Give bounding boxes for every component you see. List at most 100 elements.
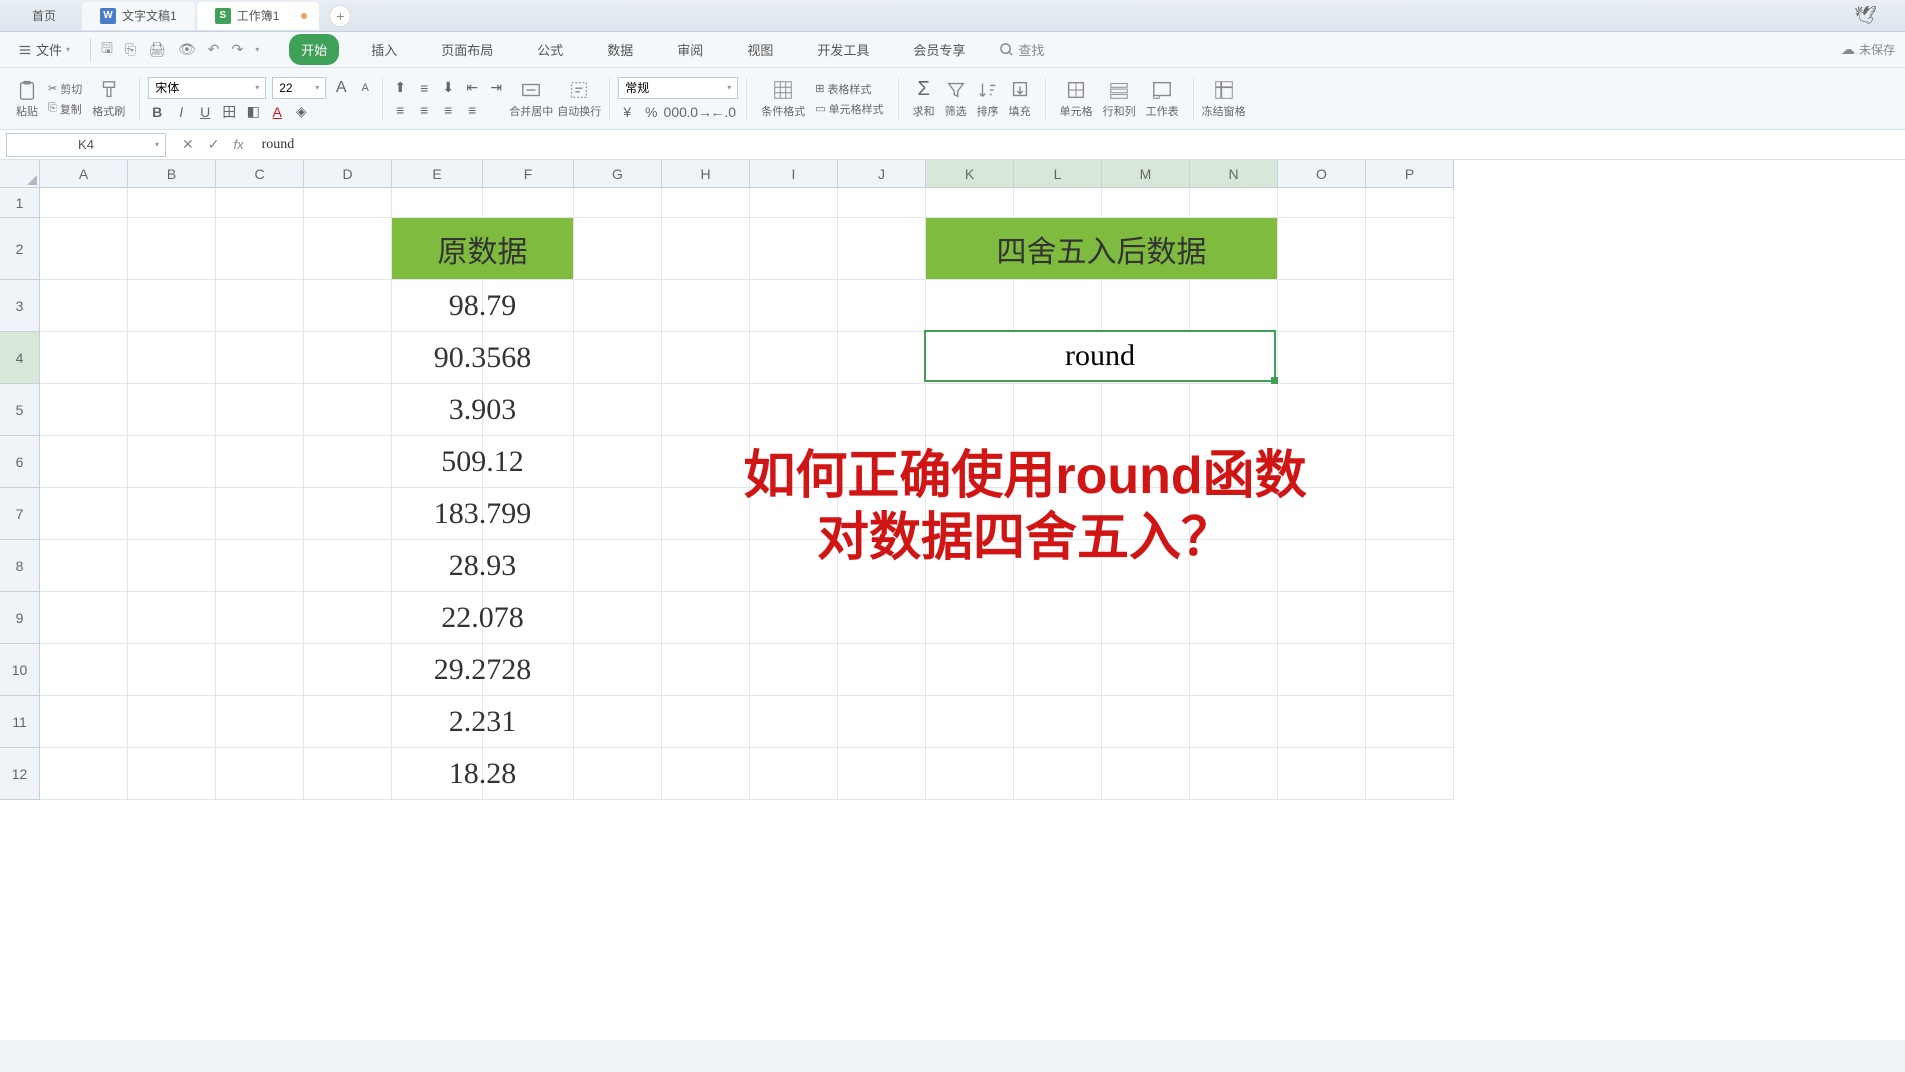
cell-O3[interactable] [1278, 280, 1366, 332]
cell-M10[interactable] [1102, 644, 1190, 696]
cell-A8[interactable] [40, 540, 128, 592]
cell-A7[interactable] [40, 488, 128, 540]
cell-A12[interactable] [40, 748, 128, 800]
cell-P8[interactable] [1366, 540, 1454, 592]
fx-icon[interactable]: fx [233, 137, 243, 152]
cell-L9[interactable] [1014, 592, 1102, 644]
cell-G3[interactable] [574, 280, 662, 332]
cell-M12[interactable] [1102, 748, 1190, 800]
cell-P7[interactable] [1366, 488, 1454, 540]
data-cell-8[interactable]: 28.93 [392, 540, 574, 592]
ribbon-tab-data[interactable]: 数据 [595, 34, 645, 65]
cell-J9[interactable] [838, 592, 926, 644]
underline-button[interactable]: U [196, 103, 214, 121]
cell-L5[interactable] [1014, 384, 1102, 436]
cell-L10[interactable] [1014, 644, 1102, 696]
cell-B11[interactable] [128, 696, 216, 748]
undo-icon[interactable]: ↶ [208, 41, 220, 58]
rows-cols-button[interactable]: 行和列 [1103, 79, 1136, 119]
fill-button[interactable]: 填充 [1009, 79, 1031, 119]
file-menu-button[interactable]: 文件 ▾ [10, 36, 78, 63]
cell-P11[interactable] [1366, 696, 1454, 748]
cell-D12[interactable] [304, 748, 392, 800]
font-name-combo[interactable]: 宋体▾ [148, 77, 266, 99]
format-painter-button[interactable]: 格式刷 [92, 79, 125, 119]
col-header-P[interactable]: P [1366, 160, 1454, 188]
cell-M3[interactable] [1102, 280, 1190, 332]
decimal-dec-button[interactable]: ←.0 [714, 103, 732, 121]
cell-N9[interactable] [1190, 592, 1278, 644]
cell-H5[interactable] [662, 384, 750, 436]
cell-I11[interactable] [750, 696, 838, 748]
cell-D6[interactable] [304, 436, 392, 488]
cell-I9[interactable] [750, 592, 838, 644]
row-header-1[interactable]: 1 [0, 188, 40, 218]
cell-H9[interactable] [662, 592, 750, 644]
data-cell-5[interactable]: 3.903 [392, 384, 574, 436]
align-justify-button[interactable]: ≡ [463, 101, 481, 119]
col-header-C[interactable]: C [216, 160, 304, 188]
cell-C12[interactable] [216, 748, 304, 800]
cell-N5[interactable] [1190, 384, 1278, 436]
cell-A10[interactable] [40, 644, 128, 696]
percent-button[interactable]: % [642, 103, 660, 121]
auto-wrap-button[interactable]: 自动换行 [557, 79, 601, 119]
cell-O7[interactable] [1278, 488, 1366, 540]
cell-H6[interactable] [662, 436, 750, 488]
merge-center-button[interactable]: 合并居中 [509, 79, 553, 119]
cell-D11[interactable] [304, 696, 392, 748]
cell-P2[interactable] [1366, 218, 1454, 280]
cell-H4[interactable] [662, 332, 750, 384]
col-header-A[interactable]: A [40, 160, 128, 188]
cell-O10[interactable] [1278, 644, 1366, 696]
cell-A6[interactable] [40, 436, 128, 488]
data-cell-7[interactable]: 183.799 [392, 488, 574, 540]
row-header-4[interactable]: 4 [0, 332, 40, 384]
align-top-button[interactable]: ⬆ [391, 79, 409, 97]
cell-A4[interactable] [40, 332, 128, 384]
cell-O12[interactable] [1278, 748, 1366, 800]
cell-L12[interactable] [1014, 748, 1102, 800]
data-cell-12[interactable]: 18.28 [392, 748, 574, 800]
row-header-5[interactable]: 5 [0, 384, 40, 436]
cell-G1[interactable] [574, 188, 662, 218]
row-header-10[interactable]: 10 [0, 644, 40, 696]
save-as-icon[interactable]: ⎘ [125, 41, 136, 58]
cell-E1[interactable] [392, 188, 483, 218]
cell-C2[interactable] [216, 218, 304, 280]
cell-L3[interactable] [1014, 280, 1102, 332]
cell-M11[interactable] [1102, 696, 1190, 748]
cell-O11[interactable] [1278, 696, 1366, 748]
cell-style-button[interactable]: ▭单元格样式 [815, 101, 883, 117]
cell-K3[interactable] [926, 280, 1014, 332]
data-cell-11[interactable]: 2.231 [392, 696, 574, 748]
cell-C10[interactable] [216, 644, 304, 696]
tab-home[interactable]: 首页 [8, 2, 80, 30]
cell-P4[interactable] [1366, 332, 1454, 384]
redo-icon[interactable]: ↷ [231, 41, 243, 58]
save-icon[interactable]: 🖫 [101, 38, 113, 62]
cell-H2[interactable] [662, 218, 750, 280]
cell-A3[interactable] [40, 280, 128, 332]
cell-C8[interactable] [216, 540, 304, 592]
highlight-button[interactable]: ◈ [292, 103, 310, 121]
align-center-button[interactable]: ≡ [415, 101, 433, 119]
sum-button[interactable]: Σ求和 [913, 78, 935, 119]
cell-D8[interactable] [304, 540, 392, 592]
cell-P12[interactable] [1366, 748, 1454, 800]
sort-button[interactable]: 排序 [977, 79, 999, 119]
cell-P10[interactable] [1366, 644, 1454, 696]
cell-K11[interactable] [926, 696, 1014, 748]
cell-H1[interactable] [662, 188, 750, 218]
cancel-icon[interactable]: ✕ [182, 136, 194, 153]
cell-J12[interactable] [838, 748, 926, 800]
cell-O5[interactable] [1278, 384, 1366, 436]
col-header-M[interactable]: M [1102, 160, 1190, 188]
col-header-I[interactable]: I [750, 160, 838, 188]
ribbon-tab-review[interactable]: 审阅 [665, 34, 715, 65]
cell-D2[interactable] [304, 218, 392, 280]
cell-L11[interactable] [1014, 696, 1102, 748]
data-cell-9[interactable]: 22.078 [392, 592, 574, 644]
border-button[interactable]: 田 [220, 103, 238, 121]
cell-D1[interactable] [304, 188, 392, 218]
